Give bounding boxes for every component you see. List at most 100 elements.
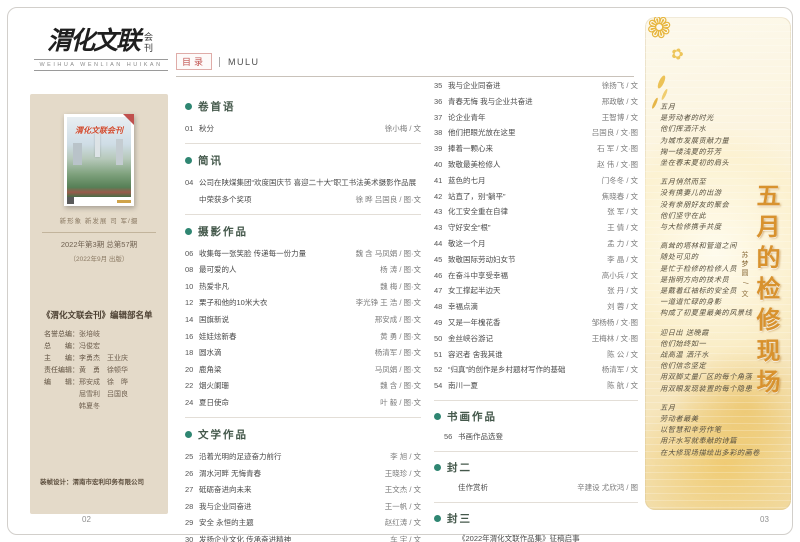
entry-title: 书画作品选登 [458, 431, 638, 442]
entry-title: 站直了，别“躺平” [448, 191, 602, 202]
toc-entry: 24夏日使命叶 毅 / 图·文 [185, 397, 421, 408]
toc-entry: 56书画作品选登 [434, 431, 638, 442]
entry-author: 李 晶 / 文 [607, 254, 638, 265]
entry-author: 车 宇 / 文 [390, 534, 421, 542]
toc-entry: 40致敬最美检修人赵 伟 / 文·图 [434, 159, 638, 170]
entry-title: 南川一夏 [448, 380, 607, 391]
entry-page: 39 [434, 144, 448, 153]
toc-entry: 41蓝色的七月门冬冬 / 文 [434, 175, 638, 186]
entry-author: 李 旭 / 文 [390, 451, 421, 462]
entry-author: 王梅林 / 文·图 [592, 333, 638, 344]
entry-page: 37 [434, 113, 448, 122]
entry-title: 沿着光明的足迹奋力前行 [199, 451, 390, 462]
poem-line: 五月悄然而至 [660, 176, 760, 187]
logo-title: 渭化文联 [47, 26, 139, 56]
bullet-dot-icon [434, 464, 441, 471]
poem-line [660, 168, 760, 176]
entry-author: 邢安成 / 图·文 [375, 314, 421, 325]
toc-entry: 01秋分徐小梅 / 文 [185, 123, 421, 134]
section-heading-text: 文学作品 [198, 427, 248, 442]
entry-page: 27 [185, 485, 199, 494]
editorial-board-row: 总 编：冯俊宏 [44, 341, 168, 353]
entry-title: 发扬企业文化 传承奋进精神 [199, 534, 390, 542]
entry-title: 化工安全重在自律 [448, 206, 607, 217]
entry-page: 41 [434, 176, 448, 185]
entry-page: 20 [185, 365, 199, 374]
entry-page: 48 [434, 302, 448, 311]
entry-author: 李光铮 王 浩 / 图·文 [356, 297, 421, 308]
section-divider [185, 417, 421, 418]
poem-line: 迎日出 送晚霞 [660, 327, 760, 338]
board-role [44, 391, 79, 398]
poem-line: 没有亲朋好友的聚会 [660, 199, 760, 210]
poem-line: 高耸的塔林和管道之间 [660, 240, 760, 251]
entry-author: 邹杨杨 / 文·图 [592, 317, 638, 328]
section-heading-text: 简讯 [198, 153, 223, 168]
toc-left-column: 卷首语 01秋分徐小梅 / 文 简讯 04公司在陕煤集团“欢度国庆节 喜迎二十大… [185, 90, 421, 542]
entry-page: 36 [434, 97, 448, 106]
entry-page: 38 [434, 128, 448, 137]
entry-page: 10 [185, 282, 199, 291]
entry-author: 门冬冬 / 文 [602, 175, 638, 186]
poem-line [660, 394, 760, 402]
entry-title: 中荣获多个奖项 [199, 194, 356, 205]
editorial-board-row: 名誉总编：张培岐 [44, 329, 168, 341]
toc-entry: 43守好安全“根”王 倩 / 文 [434, 222, 638, 233]
poem-author: 苏梦圆 / 文 [739, 251, 749, 299]
entry-title: 秋分 [199, 123, 385, 134]
board-names: 韩夏冬 [79, 403, 100, 410]
entry-author: 徐扬飞 / 文 [602, 80, 638, 91]
toc-entry: 16娃娃炫新春黄 勇 / 图·文 [185, 331, 421, 342]
toc-entry: 12栗子和他的10米大衣李光铮 王 浩 / 图·文 [185, 297, 421, 308]
toc-entry: 佳作赏析辛建设 尤欣鸿 / 图 [434, 482, 638, 493]
entry-page: 46 [434, 271, 448, 280]
section-items: 35我与企业同奋进徐扬飞 / 文 36青春无悔 我与企业共奋进邢政敏 / 文 3… [434, 80, 638, 391]
board-role: 编 辑： [44, 379, 79, 386]
cover-building-shape [116, 139, 123, 165]
cover-issue-strip [117, 200, 131, 203]
section-heading: 封三 [434, 511, 638, 526]
entry-page: 35 [434, 81, 448, 90]
cover-corner-ribbon [123, 114, 134, 125]
entry-author: 刘 蓉 / 文 [607, 301, 638, 312]
toc-entry: 49又是一年槐花香邹杨杨 / 文·图 [434, 317, 638, 328]
entry-page: 28 [185, 502, 199, 511]
publish-date: （2022年9月 出版） [30, 253, 168, 263]
toc-entry: 04公司在陕煤集团“欢度国庆节 喜迎二十大”职工书法美术摄影作品展 [185, 177, 421, 188]
section-heading: 书画作品 [434, 409, 638, 424]
entry-title: 容迟者 舍我其谁 [448, 349, 607, 360]
entry-author: 杨 涛 / 图·文 [380, 264, 421, 275]
section-items: 01秋分徐小梅 / 文 [185, 123, 421, 134]
board-role: 总 编： [44, 343, 79, 350]
toc-entry: 36青春无悔 我与企业共奋进邢政敏 / 文 [434, 96, 638, 107]
entry-page: 42 [434, 192, 448, 201]
toc-entry: 18圆水滴杨清军 / 图·文 [185, 347, 421, 358]
section-items: 04公司在陕煤集团“欢度国庆节 喜迎二十大”职工书法美术摄影作品展 中荣获多个奖… [185, 177, 421, 205]
entry-title: 圆水滴 [199, 347, 375, 358]
sidebar-panel: 渭化文联会刊 新形象 新发展 司 军/摄 2022年第3期 总第57期 （202… [30, 94, 168, 514]
toc-entry: 25沿着光明的足迹奋力前行李 旭 / 文 [185, 451, 421, 462]
toc-label-cn: 目录 [176, 53, 212, 70]
poem-line: 构成了初夏里最美的风景线 [660, 307, 760, 318]
poem-line: 掬一缕浅夏的芬芳 [660, 146, 760, 157]
entry-author: 赵 伟 / 文·图 [597, 159, 638, 170]
toc-small-section: 封三 《2022年渭化文联作品集》征稿启事 [434, 511, 638, 542]
toc-entry: 47女工撑起半边天张 丹 / 文 [434, 285, 638, 296]
entry-author: 张 丹 / 文 [607, 285, 638, 296]
bullet-dot-icon [434, 515, 441, 522]
toc-entry: 43化工安全重在自律张 军 / 文 [434, 206, 638, 217]
entry-title: 渭水河畔 无悔青春 [199, 468, 385, 479]
entry-title: 佳作赏析 [458, 482, 577, 493]
page-number-left: 02 [82, 515, 91, 524]
section-heading-text: 封二 [447, 460, 472, 475]
section-heading-text: 卷首语 [198, 99, 236, 114]
entry-author: 徐 晔 吕国良 / 图·文 [356, 194, 421, 205]
entry-page: 12 [185, 298, 199, 307]
toc-entry: 29安全 永恒的主题赵红涛 / 文 [185, 517, 421, 528]
entry-page: 50 [434, 334, 448, 343]
section-divider [185, 143, 421, 144]
toc-entry: 22烟火阑珊魏 含 / 图·文 [185, 380, 421, 391]
entry-page: 45 [434, 255, 448, 264]
section-heading-text: 书画作品 [447, 409, 497, 424]
entry-title: 女工撑起半边天 [448, 285, 607, 296]
